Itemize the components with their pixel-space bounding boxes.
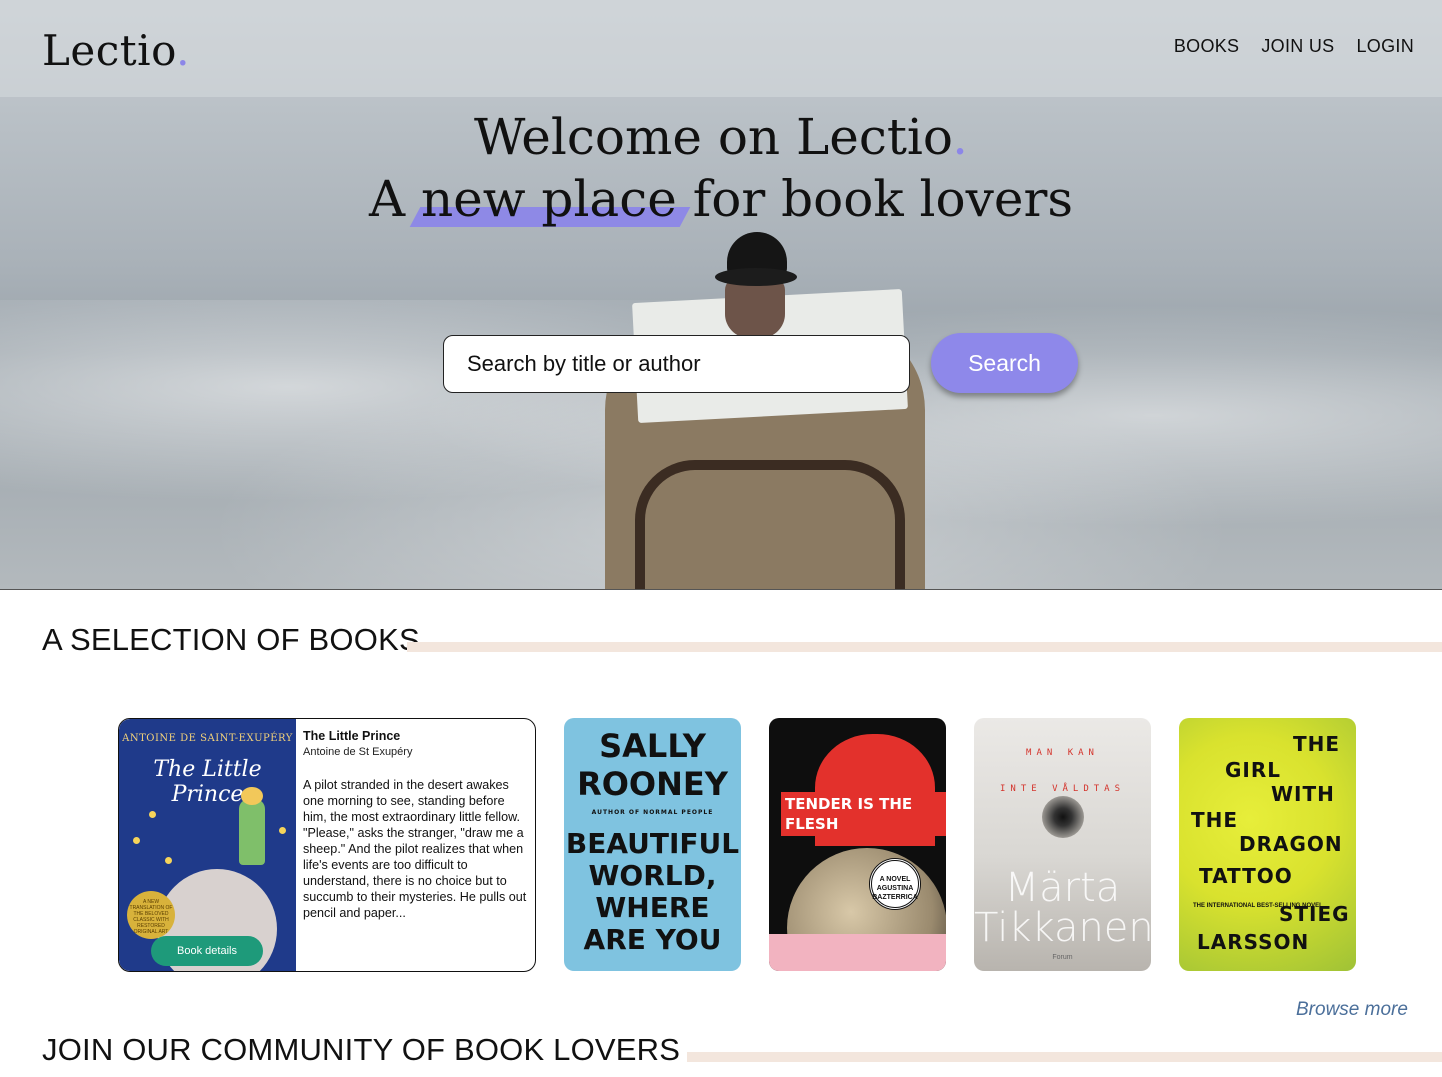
cover-line: ARE YOU [583,923,722,956]
cover-title: TENDER IS THE FLESH [781,792,946,836]
cover-line: LARSSON [1197,930,1310,954]
featured-book-title: The Little Prince [303,729,401,743]
hero-banner: Lectio. BOOKS JOIN US LOGIN Welcome on L… [0,0,1442,590]
star-icon [279,827,286,834]
cover-line: WHERE [595,891,710,924]
hat-brim [715,268,797,286]
community-title: JOIN OUR COMMUNITY OF BOOK LOVERS [42,1032,681,1067]
nav-login[interactable]: LOGIN [1356,36,1414,57]
cover-subtitle: INTE VÅLDTAS [999,784,1126,794]
head [725,278,785,338]
highlight-text: new place [420,170,677,228]
nav-books[interactable]: BOOKS [1174,36,1240,57]
cover-man-kan-inte-valdtas[interactable]: MAN KAN INTE VÅLDTAS Märta Tikkanen Foru… [974,718,1151,971]
cover-line: THE [1191,808,1239,832]
featured-book-info: The Little Prince Antoine de St Exupéry … [303,729,529,921]
search-input[interactable] [443,335,910,393]
cover-seal: A NEW TRANSLATION OF THE BELOVED CLASSIC… [127,891,175,939]
cover-publisher: Forum [1052,954,1073,961]
cover-author: AGUSTINA BAZTERRICA [872,885,918,901]
subheadline-highlight: new place [421,170,677,228]
cover-little-prince[interactable]: ANTOINE DE SAINT-EXUPÉRY The Little Prin… [119,719,296,971]
cover-title: The Little Prince [153,757,262,807]
cover-line: BEAUTIFUL [565,827,740,860]
prince-illustration [239,799,265,865]
cover-tender-is-the-flesh[interactable]: TENDER IS THE FLESH A NOVEL AGUSTINA BAZ… [769,718,946,971]
star-icon [149,811,156,818]
community-divider [687,1052,1442,1062]
cover-line: WORLD, [588,859,717,892]
cover-line: GIRL [1225,758,1282,782]
main-nav: BOOKS JOIN US LOGIN [1174,36,1414,57]
cover-author: ANTOINE DE SAINT-EXUPÉRY [122,733,293,744]
cover-pink-band [769,934,946,971]
subheadline-suffix: for book lovers [676,170,1074,228]
selection-title: A SELECTION OF BOOKS [42,622,420,657]
cover-line: SALLY [599,727,706,765]
prince-hair [241,787,263,805]
featured-book-card[interactable]: ANTOINE DE SAINT-EXUPÉRY The Little Prin… [118,718,536,972]
hero-subheadline: A new place for book lovers [0,170,1442,228]
cover-line: THE [1293,732,1341,756]
gun-barrel-illustration [1042,796,1084,838]
browse-more-link[interactable]: Browse more [1296,999,1408,1021]
logo[interactable]: Lectio. [42,26,190,75]
cover-line: WITH [1271,782,1335,806]
chair [635,460,905,589]
cover-girl-with-dragon-tattoo[interactable]: THE GIRL WITH THE DRAGON TATTOO THE INTE… [1179,718,1356,971]
search-button[interactable]: Search [931,333,1078,393]
cover-line: AUTHOR OF NORMAL PEOPLE [591,809,714,816]
book-details-button[interactable]: Book details [151,936,263,966]
featured-book-author: Antoine de St Exupéry [303,746,413,758]
selection-divider [407,642,1442,652]
star-icon [133,837,140,844]
logo-dot: . [176,26,190,75]
hero-headline: Welcome on Lectio. [0,108,1442,166]
cover-seal: A NOVEL AGUSTINA BAZTERRICA [869,858,921,910]
logo-text: Lectio [42,26,177,75]
cover-line: ROONEY [577,765,728,803]
cover-title: MAN KAN [1026,748,1099,758]
headline-line-1: Welcome on Lectio [473,108,953,166]
cover-line: STIEG [1279,902,1350,926]
featured-book-description: A pilot stranded in the desert awakes on… [303,778,527,920]
cover-beautiful-world[interactable]: SALLY ROONEY AUTHOR OF NORMAL PEOPLE BEA… [564,718,741,971]
cover-line: DRAGON [1239,832,1343,856]
star-icon [165,857,172,864]
cover-line: TATTOO [1199,864,1293,888]
hero-photo-reader [585,230,945,589]
headline-dot: . [952,108,969,166]
cover-tag: A NOVEL [879,876,911,883]
nav-join-us[interactable]: JOIN US [1261,36,1334,57]
cover-author: Märta Tikkanen [974,865,1151,951]
